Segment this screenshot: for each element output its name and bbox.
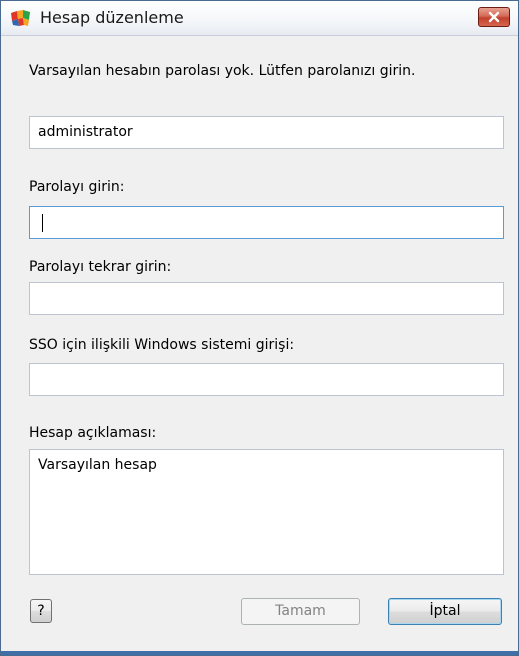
account-name-field[interactable]: administrator [29, 116, 504, 149]
dialog-body: Varsayılan hesabın parolası yok. Lütfen … [1, 36, 518, 655]
cancel-button[interactable]: İptal [388, 598, 502, 625]
password-confirm-label: Parolayı tekrar girin: [29, 259, 172, 275]
window-bottom-edge [1, 651, 518, 655]
help-button[interactable]: ? [30, 599, 52, 623]
window-title: Hesap düzenleme [40, 8, 184, 27]
close-button[interactable] [478, 7, 510, 27]
title-bar[interactable]: Hesap düzenleme [1, 1, 518, 36]
info-message: Varsayılan hesabın parolası yok. Lütfen … [29, 63, 416, 79]
password-field[interactable] [29, 206, 504, 239]
close-icon [488, 11, 500, 23]
password-confirm-field[interactable] [29, 282, 504, 315]
ok-button[interactable]: Tamam [241, 598, 360, 625]
description-textarea[interactable]: Varsayılan hesap [29, 449, 504, 575]
edit-account-dialog: Hesap düzenleme Varsayılan hesabın parol… [0, 0, 519, 656]
password-label: Parolayı girin: [29, 179, 125, 195]
description-label: Hesap açıklaması: [29, 425, 157, 441]
sso-label: SSO için ilişkili Windows sistemi girişi… [29, 337, 295, 353]
text-caret [42, 214, 43, 232]
avg-logo-icon [10, 9, 32, 27]
sso-login-field[interactable] [29, 363, 504, 396]
